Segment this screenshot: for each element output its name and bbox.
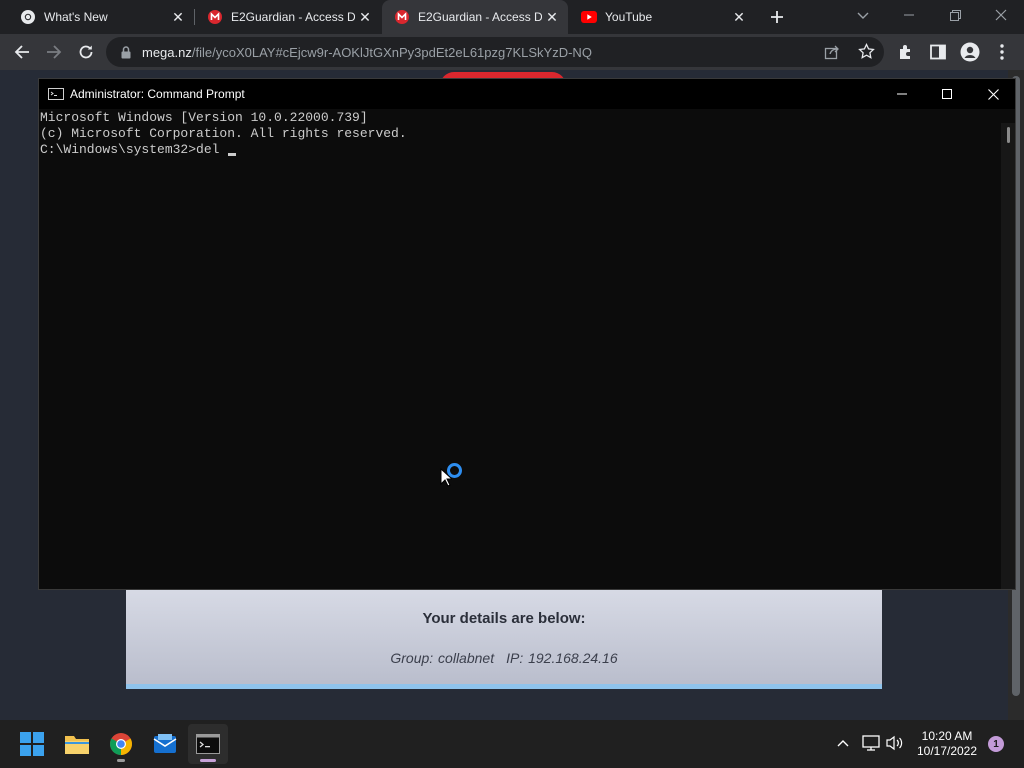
- close-tab-icon[interactable]: ✕: [355, 7, 375, 27]
- close-tab-icon[interactable]: ✕: [729, 7, 749, 27]
- console-line: Microsoft Windows [Version 10.0.22000.73…: [40, 110, 368, 125]
- tab-youtube[interactable]: YouTube ✕: [569, 0, 755, 34]
- start-button[interactable]: [12, 724, 52, 764]
- browser-close-button[interactable]: [978, 0, 1024, 30]
- maximize-icon: [942, 89, 952, 99]
- browser-toolbar: mega.nz/file/ycoX0LAY#cEjcw9r-AOKlJtGXnP…: [0, 34, 1024, 70]
- close-tab-icon[interactable]: ✕: [168, 7, 188, 27]
- mega-icon: [207, 9, 223, 25]
- arrow-left-icon: [14, 45, 29, 59]
- close-icon: [987, 88, 999, 100]
- bookmark-star-icon[interactable]: [858, 42, 875, 65]
- cmd-minimize-button[interactable]: [879, 79, 925, 109]
- command-prompt-icon: [48, 88, 64, 100]
- running-indicator: [117, 759, 125, 762]
- kebab-menu-icon: [1000, 44, 1004, 60]
- side-panel-button[interactable]: [924, 38, 952, 66]
- command-prompt-icon: [196, 734, 220, 754]
- mouse-pointer-icon: [440, 468, 452, 487]
- browser-tab-strip: What's New ✕ E2Guardian - Access Denied …: [0, 0, 1024, 34]
- browser-restore-button[interactable]: [932, 0, 978, 30]
- browser-minimize-button[interactable]: [886, 0, 932, 30]
- youtube-icon: [581, 9, 597, 25]
- back-button[interactable]: [8, 38, 36, 66]
- network-button[interactable]: [860, 732, 882, 754]
- active-indicator: [200, 759, 216, 762]
- cmd-scrollbar-thumb[interactable]: [1007, 127, 1010, 143]
- address-bar[interactable]: mega.nz/file/ycoX0LAY#cEjcw9r-AOKlJtGXnP…: [106, 37, 884, 67]
- plus-icon: [771, 11, 783, 23]
- url-path: /file/ycoX0LAY#cEjcw9r-AOKlJtGXnPy3pdEt2…: [191, 44, 592, 60]
- new-tab-button[interactable]: [765, 5, 789, 29]
- cmd-maximize-button[interactable]: [924, 79, 970, 109]
- share-icon[interactable]: [824, 44, 840, 65]
- tab-title: What's New: [44, 10, 108, 24]
- chevron-down-icon: [857, 12, 869, 19]
- mega-icon: [394, 9, 410, 25]
- side-panel-icon: [930, 44, 946, 60]
- text-cursor: [228, 153, 237, 156]
- taskbar-mail[interactable]: [145, 724, 185, 764]
- chrome-icon: [20, 9, 36, 25]
- tab-whats-new[interactable]: What's New ✕: [8, 0, 194, 34]
- restore-icon: [949, 9, 961, 21]
- profile-button[interactable]: [956, 38, 984, 66]
- tab-e2guardian-1[interactable]: E2Guardian - Access Denied ✕: [195, 0, 381, 34]
- clock-date: 10/17/2022: [916, 744, 978, 758]
- cmd-close-button[interactable]: [970, 79, 1016, 109]
- clock-time: 10:20 AM: [921, 729, 973, 743]
- reload-button[interactable]: [72, 38, 100, 66]
- console-line: C:\Windows\system32>del: [40, 142, 228, 157]
- profile-avatar-icon: [960, 42, 980, 62]
- console-line: (c) Microsoft Corporation. All rights re…: [40, 126, 407, 141]
- console-output[interactable]: Microsoft Windows [Version 10.0.22000.73…: [39, 110, 1001, 590]
- url-text: mega.nz/file/ycoX0LAY#cEjcw9r-AOKlJtGXnP…: [142, 45, 592, 60]
- details-card: [126, 586, 882, 686]
- taskbar-google-chrome[interactable]: [101, 724, 141, 764]
- chrome-icon: [110, 733, 132, 755]
- speaker-icon: [886, 735, 903, 751]
- close-tab-icon[interactable]: ✕: [542, 7, 562, 27]
- tab-title: E2Guardian - Access Denied: [231, 10, 355, 24]
- chevron-up-icon: [837, 740, 849, 747]
- arrow-right-icon: [47, 45, 62, 59]
- network-icon: [862, 735, 880, 751]
- lock-icon: [119, 45, 133, 59]
- minimize-icon: [897, 93, 907, 95]
- tab-search-button[interactable]: [852, 5, 874, 27]
- command-prompt-window[interactable]: Administrator: Command Prompt Microsoft …: [38, 78, 1016, 590]
- forward-button[interactable]: [40, 38, 68, 66]
- show-hidden-icons-button[interactable]: [832, 732, 854, 754]
- reload-icon: [79, 45, 93, 59]
- cmd-title-bar[interactable]: Administrator: Command Prompt: [39, 79, 1015, 109]
- taskbar-file-explorer[interactable]: [57, 724, 97, 764]
- mail-icon: [153, 734, 177, 753]
- cmd-scrollbar[interactable]: [1001, 123, 1015, 589]
- ip-text: IP: 192.168.24.16: [506, 650, 618, 666]
- puzzle-icon: [900, 45, 910, 59]
- url-host: mega.nz: [142, 44, 192, 60]
- folder-icon: [65, 736, 89, 754]
- details-heading: Your details are below:: [422, 610, 586, 627]
- volume-button[interactable]: [884, 732, 906, 754]
- details-line: Group: collabnet IP: 192.168.24.16: [126, 650, 882, 666]
- windows-taskbar: 10:20 AM 10/17/2022 1: [0, 720, 1024, 768]
- browser-menu-button[interactable]: [988, 38, 1016, 66]
- cmd-title-text: Administrator: Command Prompt: [70, 87, 245, 101]
- taskbar-clock[interactable]: 10:20 AM 10/17/2022: [908, 729, 986, 759]
- windows-logo-icon: [20, 732, 44, 756]
- group-text: Group: collabnet: [390, 650, 495, 666]
- notification-badge[interactable]: 1: [988, 736, 1004, 752]
- console-prompt-line: C:\Windows\system32>del: [40, 142, 1001, 158]
- tab-e2guardian-2[interactable]: E2Guardian - Access Denied ✕: [382, 0, 568, 34]
- taskbar-command-prompt[interactable]: [188, 724, 228, 764]
- tab-title: YouTube: [605, 10, 653, 24]
- extensions-button[interactable]: [892, 38, 920, 66]
- minimize-icon: [904, 14, 914, 16]
- tab-title: E2Guardian - Access Denied: [418, 10, 542, 24]
- details-card-accent-bar: [126, 684, 882, 689]
- close-icon: [995, 9, 1007, 21]
